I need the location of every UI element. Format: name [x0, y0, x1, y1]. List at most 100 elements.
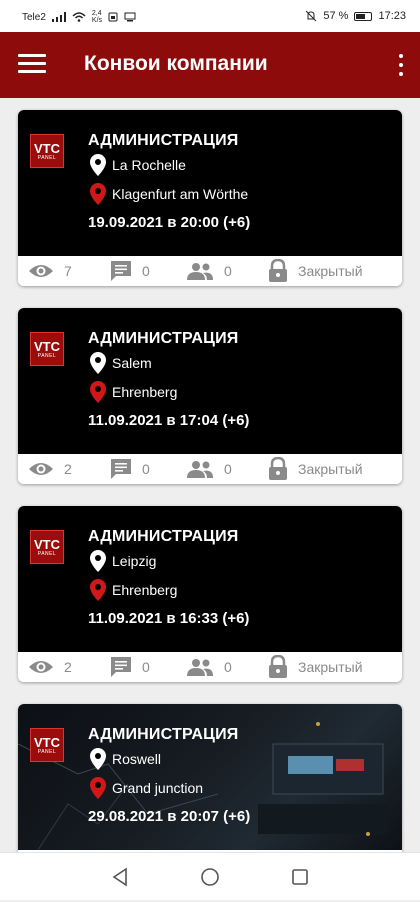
convoy-organizer: АДМИНИСТРАЦИЯ [88, 330, 239, 347]
battery-icon [354, 11, 373, 21]
eye-icon [29, 661, 53, 673]
system-nav-bar [0, 852, 420, 900]
convoy-to-city: Klagenfurt am Wörthe [112, 186, 249, 202]
logo-subtext: PANEL [37, 748, 57, 755]
participants-stat: 0 [186, 460, 232, 478]
convoy-from-city: Leipzig [112, 553, 157, 569]
convoy-from-city: Roswell [112, 751, 162, 767]
convoy-card-header: VTC PANEL АДМИНИСТРАЦИЯ Salem Ehrenberg … [18, 308, 402, 454]
convoy-card-header: VTC PANEL АДМИНИСТРАЦИЯ Leipzig Ehrenber… [18, 506, 402, 652]
people-icon [187, 461, 213, 478]
convoy-datetime: 11.09.2021 в 16:33 (+6) [88, 610, 250, 627]
views-count: 7 [64, 263, 72, 279]
location-pin-icon [90, 381, 106, 403]
views-stat: 2 [28, 659, 72, 675]
views-count: 2 [64, 461, 72, 477]
convoy-from: Roswell [90, 748, 161, 770]
vtc-panel-logo: VTC PANEL [30, 728, 64, 762]
logo-subtext: PANEL [37, 352, 57, 359]
participants-count: 0 [224, 659, 232, 675]
comments-stat: 0 [110, 656, 150, 678]
convoy-from-city: La Rochelle [112, 157, 186, 173]
participants-count: 0 [224, 461, 232, 477]
lock-icon [269, 259, 287, 282]
nav-back-icon[interactable] [110, 867, 130, 887]
net-speed: 2,4 K/s [92, 10, 102, 24]
nav-home-icon[interactable] [200, 867, 220, 887]
convoy-to: Klagenfurt am Wörthe [90, 183, 248, 205]
dnd-icon [306, 10, 317, 22]
convoy-to: Grand junction [90, 777, 203, 799]
convoy-to-city: Ehrenberg [112, 582, 178, 598]
convoy-from: Leipzig [90, 550, 156, 572]
signal-icon [51, 12, 66, 22]
convoy-card-stats: 2 0 0 Закрытый [18, 652, 402, 682]
vtc-panel-logo: VTC PANEL [30, 134, 64, 168]
access-label: Закрытый [298, 263, 363, 279]
participants-stat: 0 [186, 658, 232, 676]
convoy-card-stats: 7 0 0 Закрытый [18, 256, 402, 286]
access-stat: Закрытый [268, 655, 363, 679]
convoy-to-city: Ehrenberg [112, 384, 178, 400]
convoy-card[interactable]: VTC PANEL АДМИНИСТРАЦИЯ Salem Ehrenberg … [18, 308, 402, 484]
clock: 17:23 [378, 10, 406, 22]
people-icon [187, 263, 213, 280]
location-pin-icon [90, 777, 106, 799]
net-speed-unit: K/s [91, 17, 103, 24]
convoy-datetime: 29.08.2021 в 20:07 (+6) [88, 808, 251, 825]
access-stat: Закрытый [268, 259, 363, 283]
comment-icon [111, 459, 131, 479]
status-bar-left: Tele2 2,4 K/s [22, 10, 136, 24]
access-label: Закрытый [298, 659, 363, 675]
views-stat: 7 [28, 263, 72, 279]
comments-stat: 0 [110, 260, 150, 282]
comments-count: 0 [142, 461, 150, 477]
lock-icon [269, 655, 287, 678]
convoy-card-header: VTC PANEL АДМИНИСТРАЦИЯ La Rochelle Klag… [18, 110, 402, 256]
convoy-from: Salem [90, 352, 152, 374]
participants-stat: 0 [186, 262, 232, 280]
eye-icon [29, 463, 53, 475]
convoy-to: Ehrenberg [90, 579, 177, 601]
location-pin-icon [90, 183, 106, 205]
convoy-datetime: 11.09.2021 в 17:04 (+6) [88, 412, 250, 429]
convoy-to-city: Grand junction [112, 780, 204, 796]
app-bar: Конвои компании [0, 32, 420, 98]
page-title: Конвои компании [84, 52, 268, 75]
convoy-list: VTC PANEL АДМИНИСТРАЦИЯ La Rochelle Klag… [18, 110, 402, 902]
comments-stat: 0 [110, 458, 150, 480]
more-vert-icon[interactable] [396, 52, 406, 78]
views-count: 2 [64, 659, 72, 675]
location-pin-icon [90, 748, 106, 770]
access-label: Закрытый [298, 461, 363, 477]
logo-subtext: PANEL [37, 154, 57, 161]
comment-icon [111, 261, 131, 281]
comments-count: 0 [142, 659, 150, 675]
convoy-card-header: VTC PANEL АДМИНИСТРАЦИЯ Roswell Grand ju… [18, 704, 402, 850]
people-icon [187, 659, 213, 676]
vtc-panel-logo: VTC PANEL [30, 530, 64, 564]
logo-text: VTC [34, 536, 60, 552]
location-pin-icon [90, 352, 106, 374]
nav-recents-icon[interactable] [290, 867, 310, 887]
convoy-organizer: АДМИНИСТРАЦИЯ [88, 132, 239, 149]
location-pin-icon [90, 154, 106, 176]
status-bar-right: 57 % 17:23 [305, 10, 406, 22]
logo-text: VTC [34, 338, 60, 354]
convoy-card[interactable]: VTC PANEL АДМИНИСТРАЦИЯ Leipzig Ehrenber… [18, 506, 402, 682]
convoy-card[interactable]: VTC PANEL АДМИНИСТРАЦИЯ La Rochelle Klag… [18, 110, 402, 286]
convoy-from-city: Salem [112, 355, 152, 371]
wifi-icon [72, 12, 86, 22]
convoy-datetime: 19.09.2021 в 20:00 (+6) [88, 214, 251, 231]
menu-icon[interactable] [18, 54, 46, 76]
eye-icon [29, 265, 53, 277]
convoy-from: La Rochelle [90, 154, 186, 176]
participants-count: 0 [224, 263, 232, 279]
convoy-card-stats: 2 0 0 Закрытый [18, 454, 402, 484]
lock-icon [269, 457, 287, 480]
comments-count: 0 [142, 263, 150, 279]
convoy-to: Ehrenberg [90, 381, 177, 403]
logo-text: VTC [34, 140, 60, 156]
access-stat: Закрытый [268, 457, 363, 481]
logo-text: VTC [34, 734, 60, 750]
